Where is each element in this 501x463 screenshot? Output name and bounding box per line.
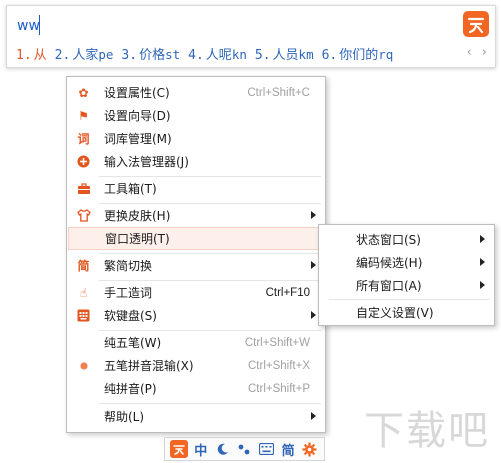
simplified-icon: 简 — [77, 259, 90, 273]
submenu-arrow-icon — [311, 311, 316, 319]
gear-icon: ✿ — [78, 85, 89, 100]
submenu-arrow-icon — [480, 235, 485, 243]
submenu-arrow-icon — [480, 258, 485, 266]
ime-logo-icon[interactable] — [463, 11, 489, 37]
candidate-window: ww 1. 从 2. 人家pe 3. 价格st 4. 人呢kn 5. 人员km 6. 你们的… — [6, 5, 496, 68]
menu-item-dictionary[interactable]: 词 词库管理(M) — [68, 127, 324, 150]
menu-item-ime-manager[interactable]: 输入法管理器(J) — [68, 150, 324, 173]
candidate-item[interactable]: 2. 人家pe — [55, 44, 114, 63]
transparency-submenu: 状态窗口(S) 编码候选(H) 所有窗口(A) 自定义设置(V) — [318, 224, 495, 326]
text-caret — [39, 15, 40, 35]
candidate-item[interactable]: 1. 从 — [16, 44, 47, 63]
menu-item-pinyin-only[interactable]: 纯拼音(P) Ctrl+Shift+P — [68, 377, 324, 400]
watermark: 下载吧 — [364, 408, 490, 454]
menu-item-toolbox[interactable]: 工具箱(T) — [68, 177, 324, 200]
flag-icon: ⚑ — [78, 108, 89, 123]
menu-item-soft-keyboard[interactable]: 软键盘(S) — [68, 304, 324, 327]
menu-item-wubi-pinyin-mixed[interactable]: 五笔拼音混输(X) Ctrl+Shift+X — [68, 354, 324, 377]
ime-status-bar: 中 简 — [164, 437, 325, 461]
toolbox-icon — [76, 181, 91, 196]
simplified-toggle[interactable]: 简 — [279, 440, 297, 459]
manager-icon — [76, 154, 91, 169]
shirt-icon — [76, 208, 91, 223]
context-menu: ✿ 设置属性(C) Ctrl+Shift+C ⚑ 设置向导(D) 词 词库管理(… — [66, 76, 326, 433]
bullet-icon — [76, 358, 91, 373]
gear-icon[interactable] — [301, 440, 319, 458]
menu-separator — [329, 299, 490, 300]
next-page-button[interactable]: › — [482, 45, 487, 60]
soft-keyboard-icon — [76, 308, 91, 323]
menu-item-wizard[interactable]: ⚑ 设置向导(D) — [68, 104, 324, 127]
hand-icon: ☝ — [79, 285, 88, 300]
soft-keyboard-icon[interactable] — [257, 440, 275, 458]
punctuation-icon[interactable] — [235, 440, 253, 458]
prev-page-button[interactable]: ‹ — [467, 45, 472, 60]
candidate-list: 1. 从 2. 人家pe 3. 价格st 4. 人呢kn 5. 人员km 6. 你们的rq — [16, 42, 401, 64]
submenu-item-status-window[interactable]: 状态窗口(S) — [320, 228, 493, 251]
menu-item-transparency[interactable]: 窗口透明(T) — [68, 227, 324, 250]
menu-item-skin[interactable]: 更换皮肤(H) — [68, 204, 324, 227]
submenu-item-custom[interactable]: 自定义设置(V) — [320, 301, 493, 324]
moon-icon[interactable] — [214, 440, 232, 458]
submenu-arrow-icon — [311, 412, 316, 420]
ime-logo-icon[interactable] — [169, 440, 188, 458]
candidate-item[interactable]: 5. 人员km — [255, 44, 314, 63]
menu-item-help[interactable]: 帮助(L) — [68, 405, 324, 428]
candidate-item[interactable]: 6. 你们的rq — [322, 44, 394, 63]
candidate-item[interactable]: 4. 人呢kn — [188, 44, 247, 63]
submenu-item-all-windows[interactable]: 所有窗口(A) — [320, 274, 493, 297]
candidate-item[interactable]: 3. 价格st — [121, 44, 180, 63]
menu-item-traditional-simplified[interactable]: 简 繁简切换 — [68, 254, 324, 277]
menu-item-manual-word[interactable]: ☝ 手工造词 Ctrl+F10 — [68, 281, 324, 304]
menu-separator — [99, 403, 321, 404]
dictionary-icon: 词 — [77, 132, 90, 146]
language-toggle[interactable]: 中 — [192, 440, 210, 459]
submenu-arrow-icon — [311, 261, 316, 269]
candidate-pager: ‹ › — [467, 45, 487, 60]
menu-item-settings[interactable]: ✿ 设置属性(C) Ctrl+Shift+C — [68, 81, 324, 104]
submenu-item-candidate[interactable]: 编码候选(H) — [320, 251, 493, 274]
composition-text: ww — [17, 18, 40, 34]
submenu-arrow-icon — [480, 281, 485, 289]
submenu-arrow-icon — [311, 211, 316, 219]
menu-item-wubi-only[interactable]: 纯五笔(W) Ctrl+Shift+W — [68, 331, 324, 354]
